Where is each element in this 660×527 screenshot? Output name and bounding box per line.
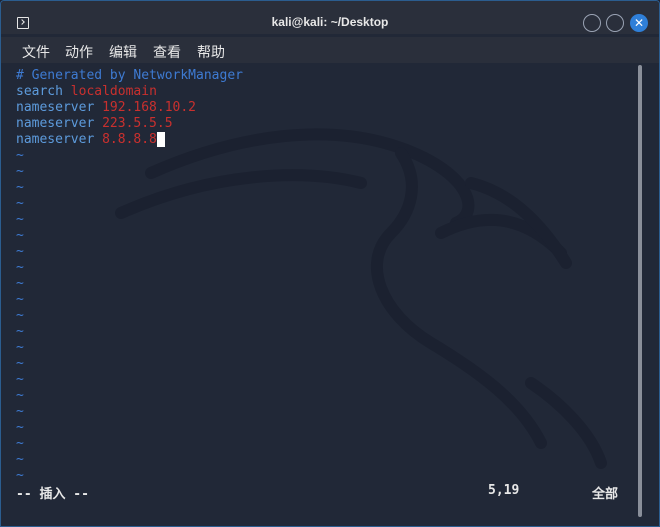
editor-line[interactable]: search localdomain xyxy=(16,84,243,100)
empty-line-marker: ~ xyxy=(16,436,24,451)
menu-edit[interactable]: 编辑 xyxy=(109,42,137,62)
editor-line[interactable]: # Generated by NetworkManager xyxy=(16,68,243,84)
cursor-position: 5,19 xyxy=(488,483,520,498)
terminal-window: kali@kali: ~/Desktop ✕ 文件 动作 编辑 查看 帮助 # … xyxy=(0,0,660,527)
mode-indicator: -- 插入 -- xyxy=(16,487,89,502)
keyword-text: search xyxy=(16,84,71,99)
empty-line-marker: ~ xyxy=(16,276,24,291)
title-bar[interactable]: kali@kali: ~/Desktop ✕ xyxy=(1,1,659,34)
value-text: 192.168.10.2 xyxy=(102,100,197,115)
empty-line-marker: ~ xyxy=(16,324,24,339)
empty-line-marker: ~ xyxy=(16,180,24,195)
close-icon: ✕ xyxy=(633,16,645,30)
menu-help[interactable]: 帮助 xyxy=(197,42,225,62)
empty-line-marker: ~ xyxy=(16,228,24,243)
close-button[interactable]: ✕ xyxy=(630,14,648,32)
menu-file[interactable]: 文件 xyxy=(22,42,50,62)
empty-line-marker: ~ xyxy=(16,148,24,163)
keyword-text: nameserver xyxy=(16,100,103,115)
empty-line-marker: ~ xyxy=(16,244,24,259)
keyword-text: nameserver xyxy=(16,132,103,147)
maximize-button[interactable] xyxy=(606,14,624,32)
empty-line-marker: ~ xyxy=(16,340,24,355)
comment-text: # Generated by NetworkManager xyxy=(16,68,243,83)
empty-line-marker: ~ xyxy=(16,308,24,323)
editor-line[interactable]: nameserver 8.8.8.8 xyxy=(16,132,243,148)
empty-line-marker: ~ xyxy=(16,212,24,227)
scroll-indicator: 全部 xyxy=(592,487,619,502)
value-text: 223.5.5.5 xyxy=(102,116,173,131)
menu-bar: 文件 动作 编辑 查看 帮助 xyxy=(1,37,659,63)
empty-line-marker: ~ xyxy=(16,388,24,403)
empty-line-marker: ~ xyxy=(16,196,24,211)
empty-line-marker: ~ xyxy=(16,468,24,483)
empty-line-marker: ~ xyxy=(16,420,24,435)
value-text: localdomain xyxy=(70,84,157,99)
empty-line-marker: ~ xyxy=(16,260,24,275)
menu-action[interactable]: 动作 xyxy=(65,42,93,62)
text-cursor xyxy=(156,132,165,147)
editor-line[interactable]: nameserver 223.5.5.5 xyxy=(16,116,243,132)
empty-line-marker: ~ xyxy=(16,292,24,307)
empty-line-marker: ~ xyxy=(16,452,24,467)
editor-line[interactable]: nameserver 192.168.10.2 xyxy=(16,100,243,116)
scrollbar[interactable] xyxy=(638,65,642,517)
menu-view[interactable]: 查看 xyxy=(153,42,181,62)
empty-line-marker: ~ xyxy=(16,164,24,179)
keyword-text: nameserver xyxy=(16,116,103,131)
empty-line-marker: ~ xyxy=(16,404,24,419)
empty-line-marker: ~ xyxy=(16,356,24,371)
terminal-area[interactable]: # Generated by NetworkManager search loca… xyxy=(1,63,659,526)
value-text: 8.8.8.8 xyxy=(102,132,157,147)
editor-text[interactable]: # Generated by NetworkManager search loca… xyxy=(16,68,243,484)
minimize-button[interactable] xyxy=(583,14,601,32)
empty-line-marker: ~ xyxy=(16,372,24,387)
window-title: kali@kali: ~/Desktop xyxy=(271,15,389,29)
